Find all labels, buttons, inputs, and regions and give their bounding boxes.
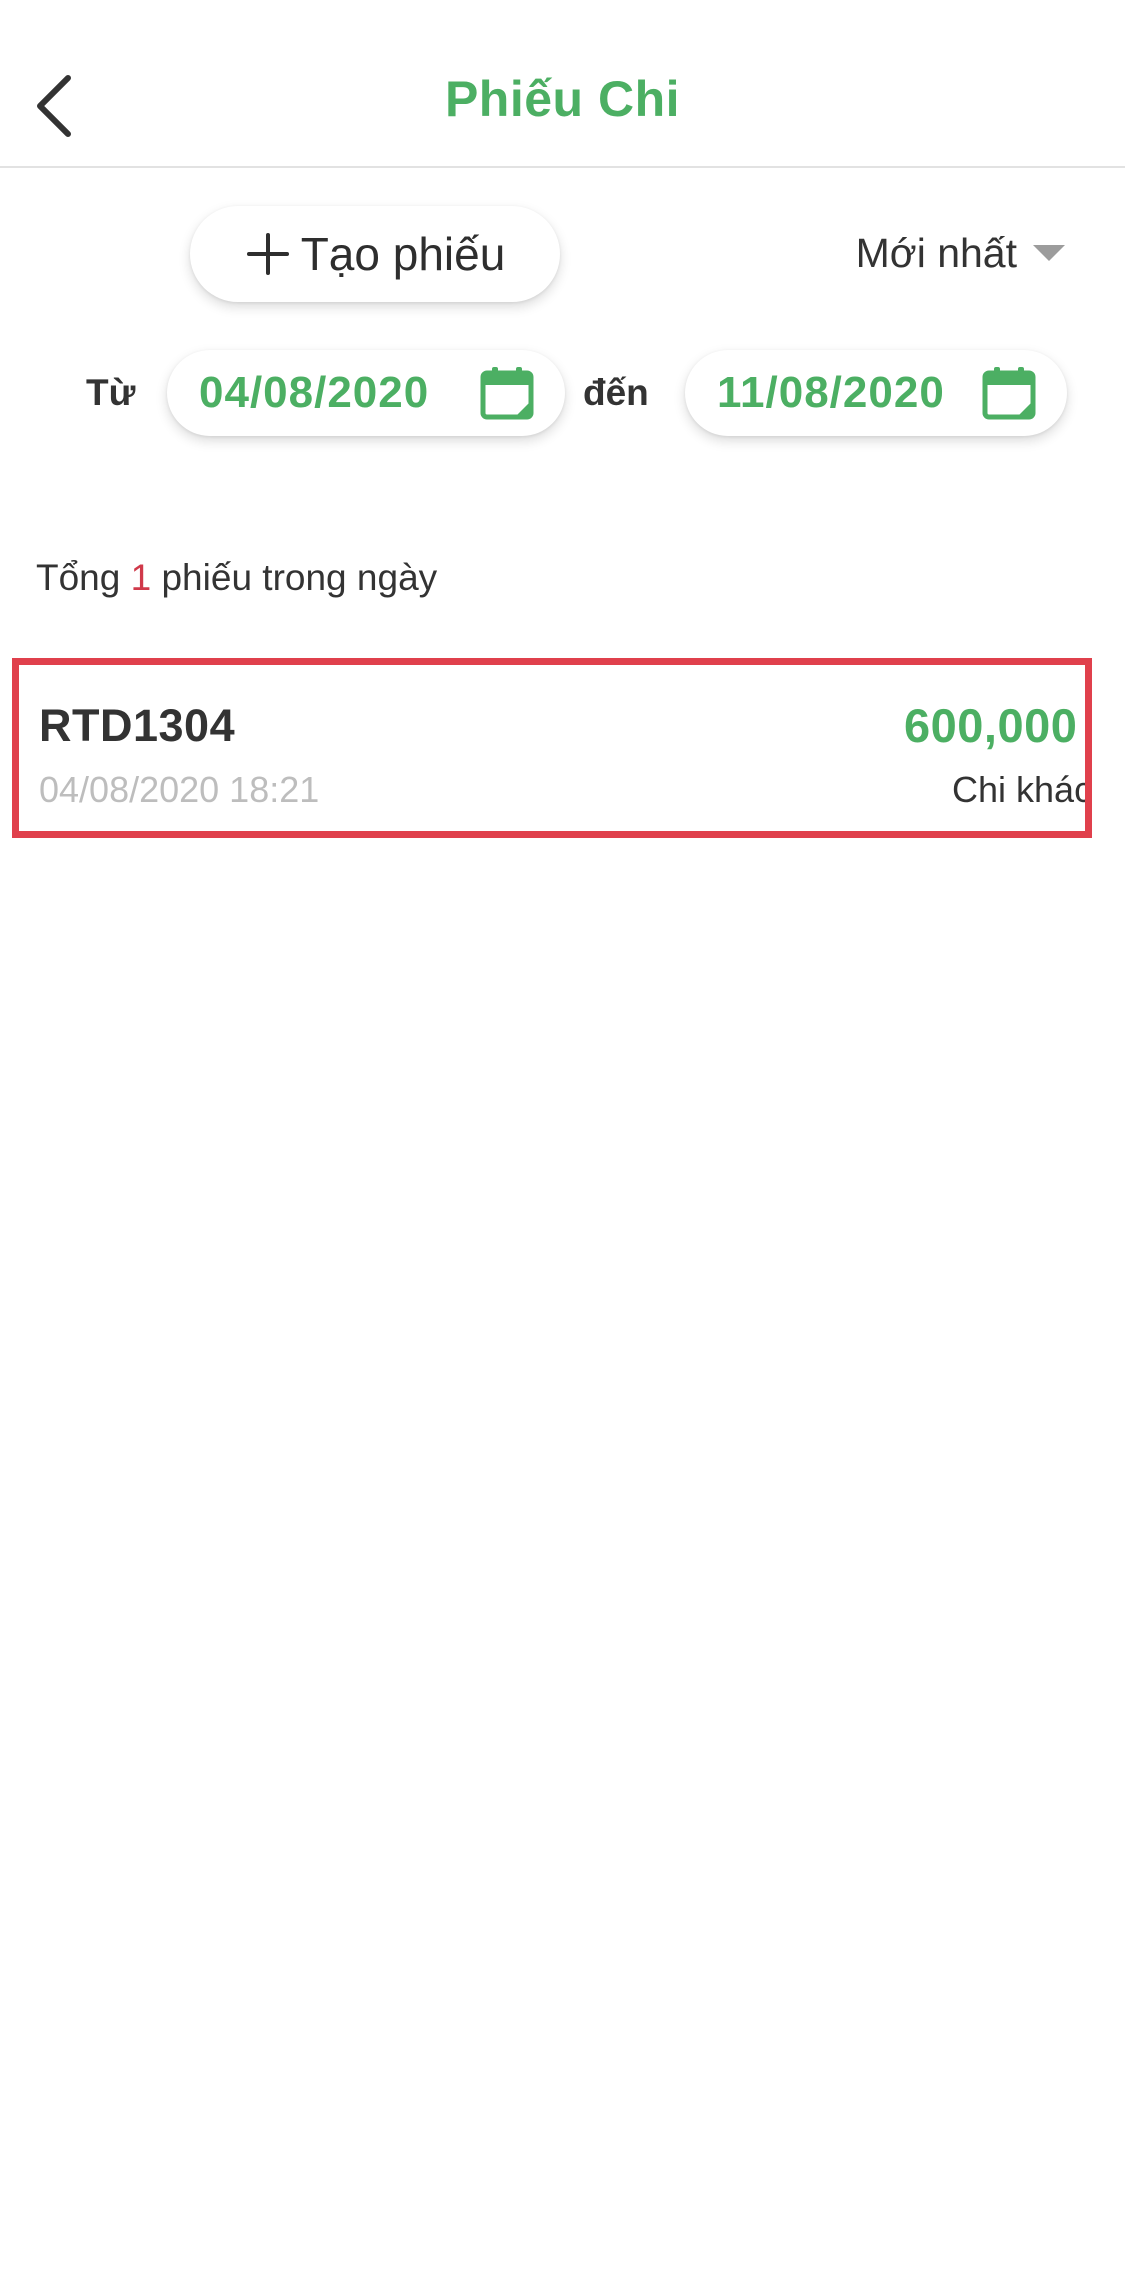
sort-label: Mới nhất [855, 229, 1017, 276]
date-to-value: 11/08/2020 [717, 368, 945, 417]
calendar-icon [480, 367, 534, 420]
voucher-count-summary: Tổng 1 phiếu trong ngày [36, 557, 437, 599]
page-title: Phiếu Chi [444, 71, 681, 127]
voucher-amount: 600,000 [904, 699, 1078, 752]
date-from-value: 04/08/2020 [199, 368, 430, 417]
plus-icon [246, 233, 289, 275]
create-voucher-label: Tạo phiếu [300, 228, 506, 280]
header-bar: Phiếu Chi [0, 0, 1125, 168]
date-to-label: đến [583, 372, 649, 413]
sort-dropdown[interactable]: Mới nhất [856, 225, 1065, 281]
voucher-count: 1 [130, 557, 152, 598]
calendar-icon [982, 367, 1036, 420]
date-to-picker[interactable]: 11/08/2020 [685, 350, 1067, 436]
date-from-picker[interactable]: 04/08/2020 [167, 350, 565, 436]
summary-suffix: phiếu trong ngày [161, 557, 438, 598]
create-voucher-button[interactable]: Tạo phiếu [190, 206, 560, 302]
summary-prefix: Tổng [36, 557, 121, 598]
date-from-label: Từ [86, 372, 136, 413]
voucher-category: Chi khác [952, 769, 1092, 810]
caret-down-icon [1033, 245, 1065, 261]
voucher-code: RTD1304 [39, 700, 236, 751]
voucher-datetime: 04/08/2020 18:21 [39, 769, 320, 810]
voucher-list-item[interactable]: RTD1304 04/08/2020 18:21 600,000 Chi khá… [12, 658, 1092, 838]
